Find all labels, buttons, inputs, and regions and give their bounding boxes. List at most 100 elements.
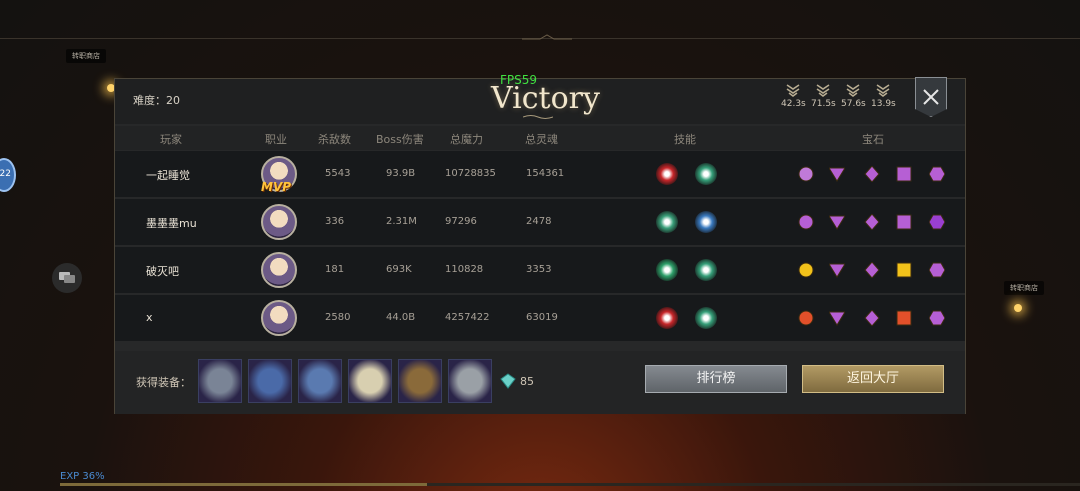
rank-time: 71.5s — [811, 99, 836, 109]
total-mana-value: 10728835 — [445, 168, 496, 179]
ornament-icon — [522, 34, 572, 40]
total-soul-value: 63019 — [526, 312, 558, 323]
hex-gem-icon[interactable] — [929, 310, 945, 326]
leaf-skill-icon[interactable] — [656, 211, 678, 233]
rank-item: 13.9s — [871, 83, 896, 109]
table-row[interactable]: 一起睡觉 MVP 5543 93.9B 10728835 154361 — [115, 151, 965, 197]
column-header: Boss伤害 — [376, 133, 424, 146]
blood-skill-icon[interactable] — [656, 307, 678, 329]
exp-bar-fill — [60, 483, 428, 486]
level-badge[interactable]: 22 — [0, 158, 16, 192]
class-avatar: MVP — [261, 156, 297, 194]
leather-armor-icon[interactable] — [398, 359, 442, 403]
column-header: 玩家 — [160, 133, 182, 146]
dragon-skill-icon[interactable] — [656, 163, 678, 185]
light-orb — [1014, 304, 1022, 312]
class-avatar — [261, 300, 297, 336]
total-soul-value: 3353 — [526, 264, 552, 275]
vine-skill-icon[interactable] — [695, 259, 717, 281]
table-row[interactable]: 破灭吧 181 693K 110828 3353 — [115, 247, 965, 293]
rank-chevron-icon — [876, 84, 890, 97]
ranking-button[interactable]: 排行榜 — [645, 365, 787, 393]
difficulty-label: 难度：20 — [133, 94, 180, 107]
chat-button[interactable] — [52, 263, 82, 293]
spirit-skill-icon[interactable] — [656, 259, 678, 281]
vine-skill-icon[interactable] — [695, 163, 717, 185]
class-avatar — [261, 204, 297, 240]
square-gem-icon[interactable] — [896, 310, 912, 326]
hex-gem-icon[interactable] — [929, 262, 945, 278]
square-gem-icon[interactable] — [896, 262, 912, 278]
mvp-badge: MVP — [261, 180, 292, 194]
class-avatar — [261, 252, 297, 288]
hex-gem-icon[interactable] — [929, 214, 945, 230]
triangle-gem-icon[interactable] — [829, 214, 845, 230]
panel-header: 难度：20 FPS59 Victory 42.3s 71.5s 57.6s 13… — [115, 73, 965, 124]
player-name: 一起睡觉 — [146, 169, 190, 182]
column-header: 总灵魂 — [525, 133, 558, 146]
circle-gem-icon[interactable] — [798, 166, 814, 182]
map-label: 转职商店 — [66, 49, 106, 63]
chest-armor-icon[interactable] — [198, 359, 242, 403]
exp-label: EXP 36% — [60, 471, 105, 482]
square-gem-icon[interactable] — [896, 166, 912, 182]
circle-gem-icon[interactable] — [798, 214, 814, 230]
total-soul-value: 154361 — [526, 168, 565, 179]
diamond-gem-icon[interactable] — [864, 214, 880, 230]
total-mana-value: 97296 — [445, 216, 477, 227]
amulet-icon[interactable] — [298, 359, 342, 403]
victory-result-panel: 难度：20 FPS59 Victory 42.3s 71.5s 57.6s 13… — [114, 73, 966, 414]
total-mana-value: 110828 — [445, 264, 484, 275]
victory-title: Victory — [491, 81, 600, 116]
column-header: 宝石 — [862, 133, 884, 146]
circle-gem-icon[interactable] — [798, 262, 814, 278]
kills-value: 181 — [325, 264, 345, 275]
column-header: 总魔力 — [450, 133, 483, 146]
diamond-gem-icon[interactable] — [864, 166, 880, 182]
triangle-gem-icon[interactable] — [829, 310, 845, 326]
column-header: 技能 — [674, 133, 696, 146]
soul-gem-icon — [500, 373, 516, 389]
square-gem-icon[interactable] — [896, 214, 912, 230]
triangle-gem-icon[interactable] — [829, 262, 845, 278]
vine-skill-icon[interactable] — [695, 307, 717, 329]
boots-icon[interactable] — [248, 359, 292, 403]
circle-gem-icon[interactable] — [798, 310, 814, 326]
diamond-gem-icon[interactable] — [864, 310, 880, 326]
boss-damage-value: 693K — [386, 264, 412, 275]
column-header: 杀敌数 — [318, 133, 351, 146]
rank-item: 42.3s — [781, 83, 806, 109]
close-icon — [923, 89, 939, 105]
rank-times: 42.3s 71.5s 57.6s 13.9s — [781, 83, 896, 109]
rank-time: 57.6s — [841, 99, 866, 109]
frost-skill-icon[interactable] — [695, 211, 717, 233]
chat-icon — [59, 272, 75, 283]
map-label: 转职商店 — [1004, 281, 1044, 295]
rank-chevron-icon — [786, 84, 800, 97]
kills-value: 5543 — [325, 168, 351, 179]
close-button[interactable] — [915, 77, 947, 117]
boss-damage-value: 2.31M — [386, 216, 417, 227]
hex-gem-icon[interactable] — [929, 166, 945, 182]
rank-item: 57.6s — [841, 83, 866, 109]
rewards-bar: 获得装备： 85 排行榜 返回大厅 — [115, 351, 965, 414]
rank-time: 42.3s — [781, 99, 806, 109]
robe-icon[interactable] — [348, 359, 392, 403]
total-soul-value: 2478 — [526, 216, 552, 227]
kills-value: 2580 — [325, 312, 351, 323]
rank-chevron-icon — [816, 84, 830, 97]
shield-icon[interactable] — [448, 359, 492, 403]
flourish-icon — [523, 115, 553, 119]
total-mana-value: 4257422 — [445, 312, 490, 323]
table-row[interactable]: x 2580 44.0B 4257422 63019 — [115, 295, 965, 341]
rank-chevron-icon — [846, 84, 860, 97]
diamond-gem-icon[interactable] — [864, 262, 880, 278]
return-lobby-button[interactable]: 返回大厅 — [802, 365, 944, 393]
rank-time: 13.9s — [871, 99, 896, 109]
table-row[interactable]: 墨墨墨mu 336 2.31M 97296 2478 — [115, 199, 965, 245]
rank-item: 71.5s — [811, 83, 836, 109]
kills-value: 336 — [325, 216, 345, 227]
triangle-gem-icon[interactable] — [829, 166, 845, 182]
soul-count: 85 — [520, 375, 534, 388]
boss-damage-value: 44.0B — [386, 312, 416, 323]
